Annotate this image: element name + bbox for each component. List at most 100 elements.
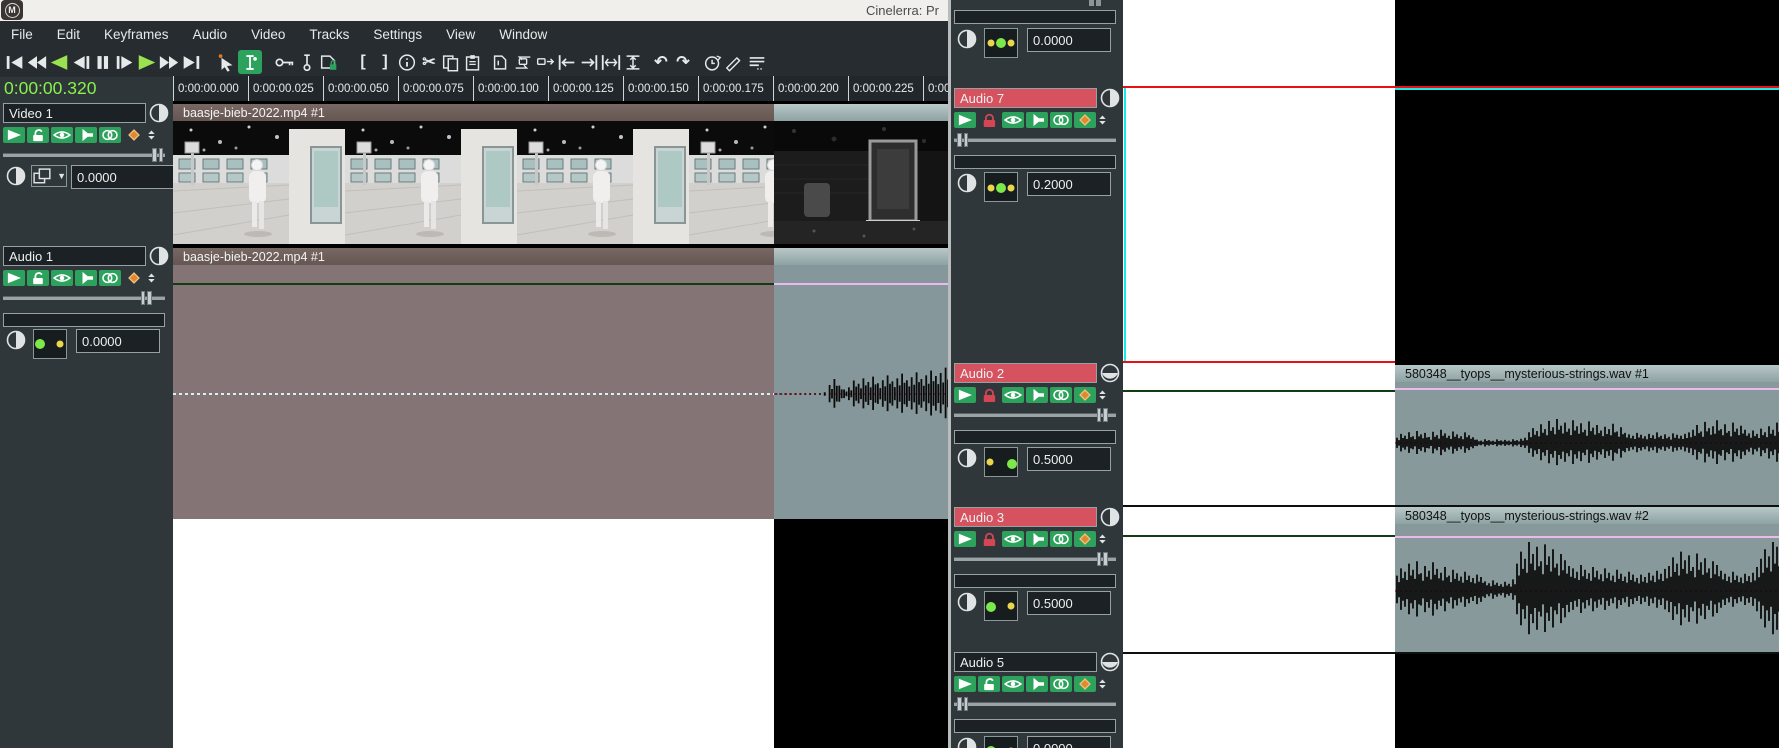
menu-edit[interactable]: Edit: [57, 27, 80, 42]
track-expand-icon[interactable]: [1099, 506, 1121, 528]
expander-control[interactable]: [1098, 531, 1112, 547]
fade-curve[interactable]: [173, 283, 774, 285]
gang-toggle-button[interactable]: [1050, 531, 1072, 547]
mute-toggle-button[interactable]: [75, 127, 97, 143]
arm-toggle-button[interactable]: [978, 531, 1000, 547]
fit-autos-icon[interactable]: [622, 50, 644, 74]
keyframe-master-button[interactable]: [1074, 676, 1096, 692]
prev-label-icon[interactable]: [4, 50, 26, 74]
pan-value-audio2[interactable]: 0.5000: [1027, 447, 1111, 471]
fader-video1[interactable]: [3, 148, 165, 162]
pan-box-audio5[interactable]: [984, 736, 1018, 748]
pan-value-audio7[interactable]: 0.2000: [1027, 172, 1111, 196]
expander-control[interactable]: [147, 127, 161, 143]
gang-toggle-button[interactable]: [1050, 387, 1072, 403]
undo-icon[interactable]: ↶: [650, 50, 672, 74]
pan-expand-icon[interactable]: [5, 329, 27, 351]
pan-expand-icon[interactable]: [956, 28, 978, 50]
fit-selection-icon[interactable]: [600, 50, 622, 74]
video-thumbnail[interactable]: [774, 121, 948, 244]
gang-toggle-button[interactable]: [1050, 676, 1072, 692]
ibeam-icon[interactable]: [238, 50, 262, 74]
keyframe-master-button[interactable]: [1074, 112, 1096, 128]
stop-icon[interactable]: [92, 50, 114, 74]
draw-toggle-button[interactable]: [51, 270, 73, 286]
copy-icon[interactable]: [440, 50, 462, 74]
play-toggle-button[interactable]: [954, 387, 976, 403]
keyframe-icon[interactable]: [274, 50, 296, 74]
out-point-icon[interactable]: ]: [374, 50, 396, 74]
next-label-icon[interactable]: [180, 50, 202, 74]
draw-toggle-button[interactable]: [1002, 531, 1024, 547]
arm-toggle-button[interactable]: [27, 270, 49, 286]
track-expand-icon[interactable]: [1099, 651, 1121, 673]
split-icon[interactable]: ✂: [418, 50, 440, 74]
menu-view[interactable]: View: [446, 27, 475, 42]
menu-file[interactable]: File: [11, 27, 33, 42]
pan-value-audio5[interactable]: 0.0000: [1027, 736, 1111, 748]
track-expand-icon[interactable]: [1099, 87, 1121, 109]
wav1-clip-titlebar[interactable]: 580348__tyops__mysterious-strings.wav #1: [1395, 365, 1779, 382]
overlay-value-video1[interactable]: 0.0000: [71, 165, 177, 189]
pan-value-audio1[interactable]: 0.0000: [76, 329, 160, 353]
fader-audio1[interactable]: [3, 291, 165, 305]
fader-audio5[interactable]: [954, 697, 1116, 711]
pan-box-audio7[interactable]: [984, 172, 1018, 202]
in-point-icon[interactable]: [: [352, 50, 374, 74]
pan-value-audio3[interactable]: 0.5000: [1027, 591, 1111, 615]
pan-box[interactable]: [984, 28, 1018, 58]
video-thumbnails-selected[interactable]: [173, 121, 774, 244]
gang-toggle-button[interactable]: [1050, 112, 1072, 128]
play-toggle-button[interactable]: [3, 127, 25, 143]
wav2-clip-titlebar[interactable]: 580348__tyops__mysterious-strings.wav #2: [1395, 507, 1779, 524]
redo-icon[interactable]: ↷: [672, 50, 694, 74]
overlay-expand-icon[interactable]: [5, 165, 27, 187]
pan-value[interactable]: 0.0000: [1027, 28, 1111, 52]
canvas-selected-region[interactable]: [1123, 363, 1395, 505]
keyframe-master-button[interactable]: [123, 270, 145, 286]
paste-icon[interactable]: [462, 50, 484, 74]
timeline-canvas-2[interactable]: 580348__tyops__mysterious-strings.wav #1…: [1123, 0, 1779, 748]
wav1-clip[interactable]: [1395, 382, 1779, 505]
track-expand-icon[interactable]: [1099, 362, 1121, 384]
span-keyframe-icon[interactable]: [296, 50, 318, 74]
edge-right-icon[interactable]: [578, 50, 600, 74]
overlay-mode-icon[interactable]: ▼: [31, 165, 67, 187]
draw-toggle-button[interactable]: [51, 127, 73, 143]
play-icon[interactable]: [136, 50, 158, 74]
menu-video[interactable]: Video: [251, 27, 285, 42]
track-expand-icon[interactable]: [148, 245, 170, 267]
frame-forward-icon[interactable]: [114, 50, 136, 74]
fader-audio7[interactable]: [954, 133, 1116, 147]
audio-clip-titlebar[interactable]: baasje-bieb-2022.mp4 #1: [173, 248, 774, 265]
play-toggle-button[interactable]: [954, 676, 976, 692]
track-title-audio3[interactable]: Audio 3: [954, 507, 1097, 527]
timecode-display[interactable]: 0:00:00.320: [4, 76, 169, 100]
edge-left-icon[interactable]: [556, 50, 578, 74]
arm-toggle-button[interactable]: [978, 387, 1000, 403]
mute-toggle-button[interactable]: [1026, 387, 1048, 403]
menu-window[interactable]: Window: [499, 27, 547, 42]
audio-clip-titlebar[interactable]: [774, 248, 948, 265]
manual-goto-icon[interactable]: [702, 50, 724, 74]
menu-audio[interactable]: Audio: [193, 27, 228, 42]
expander-control[interactable]: [147, 270, 161, 286]
gang-toggle-button[interactable]: [99, 270, 121, 286]
mute-toggle-button[interactable]: [1026, 676, 1048, 692]
pan-expand-icon[interactable]: [956, 736, 978, 748]
fade-curve[interactable]: [1123, 390, 1395, 392]
pan-box-audio1[interactable]: [33, 329, 67, 359]
track-title-audio7[interactable]: Audio 7: [954, 88, 1097, 108]
menu-settings[interactable]: Settings: [373, 27, 422, 42]
timeline-canvas[interactable]: baasje-bieb-2022.mp4 #1: [173, 101, 948, 748]
draw-overlays-icon[interactable]: [724, 50, 746, 74]
video-clip-titlebar[interactable]: [774, 104, 948, 121]
pan-box-audio3[interactable]: [984, 591, 1018, 621]
canvas-selected-region[interactable]: [1123, 507, 1395, 652]
window-titlebar[interactable]: M Cinelerra: Pr: [0, 0, 948, 21]
draw-toggle-button[interactable]: [1002, 112, 1024, 128]
play-toggle-button[interactable]: [3, 270, 25, 286]
menu-keyframes[interactable]: Keyframes: [104, 27, 169, 42]
audio-clip-selected[interactable]: [173, 265, 774, 519]
arm-toggle-button[interactable]: [27, 127, 49, 143]
